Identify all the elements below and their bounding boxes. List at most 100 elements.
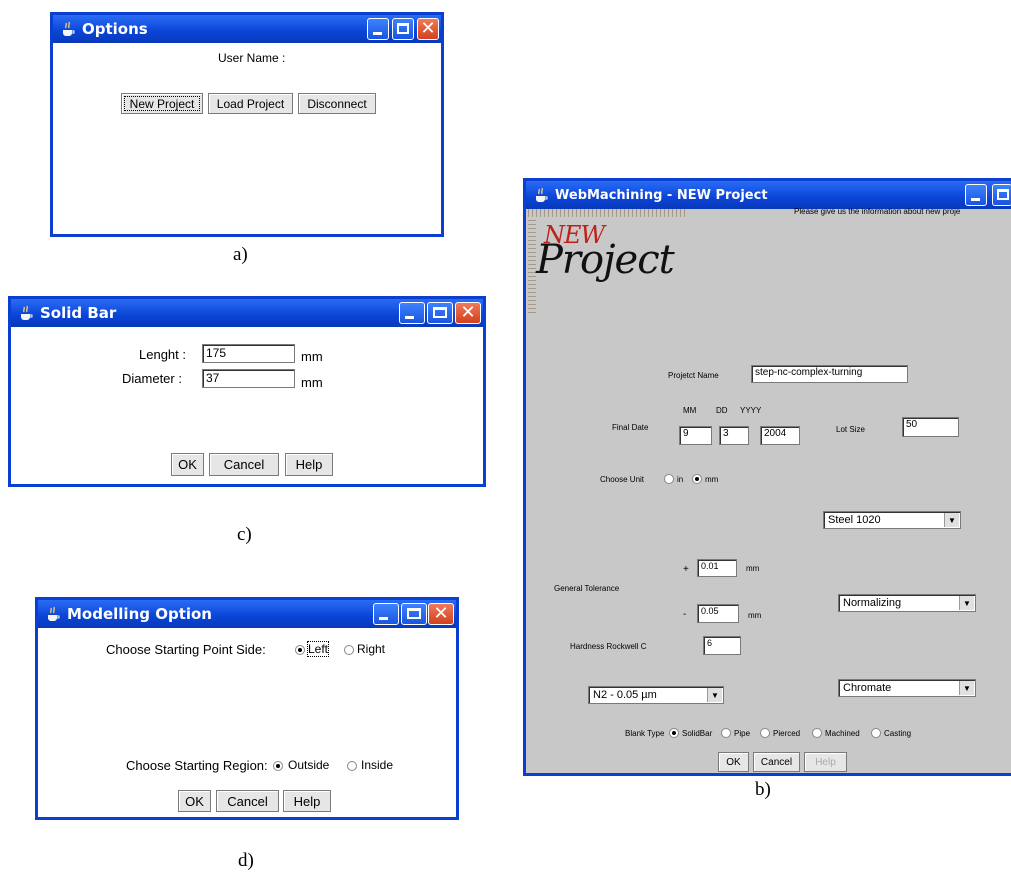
starting-region-label: Choose Starting Region: xyxy=(126,758,268,773)
length-label: Lenght : xyxy=(139,347,186,362)
help-button[interactable]: Help xyxy=(285,453,333,476)
dropdown-arrow-icon: ▼ xyxy=(707,688,722,702)
heat-treatment-select[interactable]: Normalizing ▼ xyxy=(838,594,976,612)
dropdown-arrow-icon: ▼ xyxy=(944,513,959,527)
radio-pipe[interactable] xyxy=(721,728,731,738)
length-field[interactable]: 175 xyxy=(202,344,295,363)
roughness-value: N2 - 0.05 µm xyxy=(593,689,657,701)
minimize-button[interactable] xyxy=(399,302,425,324)
window-title: Options xyxy=(82,20,148,38)
ok-button[interactable]: OK xyxy=(718,752,749,772)
close-button[interactable]: ✕ xyxy=(417,18,439,40)
roughness-select[interactable]: N2 - 0.05 µm ▼ xyxy=(588,686,724,704)
lot-size-field[interactable]: 50 xyxy=(902,417,959,437)
outside-option-label[interactable]: Outside xyxy=(288,758,329,772)
hardness-field[interactable]: 6 xyxy=(703,636,741,655)
choose-unit-label: Choose Unit xyxy=(600,475,645,484)
month-field[interactable]: 9 xyxy=(679,426,712,445)
logo-project: Project xyxy=(536,237,675,283)
solid-bar-window: Solid Bar ✕ Lenght : 175 mm Diameter : 3… xyxy=(8,296,486,487)
load-project-button[interactable]: Load Project xyxy=(208,93,293,114)
radio-pierced[interactable] xyxy=(760,728,770,738)
window-title: WebMachining - NEW Project xyxy=(555,187,768,203)
material-select[interactable]: Steel 1020 ▼ xyxy=(823,511,961,529)
maximize-button[interactable] xyxy=(992,184,1011,206)
options-titlebar[interactable]: Options ✕ xyxy=(53,15,441,43)
dd-label: DD xyxy=(716,406,728,415)
hardness-label: Hardness Rockwell C xyxy=(570,642,647,651)
maximize-icon xyxy=(997,189,1009,200)
tolerance-minus-unit: mm xyxy=(748,611,762,620)
radio-inside[interactable] xyxy=(347,761,357,771)
minimize-button[interactable] xyxy=(965,184,987,206)
caption-a: a) xyxy=(233,244,248,265)
right-option-label[interactable]: Right xyxy=(357,642,385,656)
blank-type-label: Blank Type xyxy=(625,729,665,738)
blank-type-pierced[interactable]: Pierced xyxy=(773,729,800,738)
project-name-field[interactable]: step-nc-complex-turning xyxy=(751,365,908,383)
diameter-field[interactable]: 37 xyxy=(202,369,295,388)
minus-sign: - xyxy=(683,609,687,620)
left-option-label[interactable]: Left xyxy=(306,641,330,657)
year-field[interactable]: 2004 xyxy=(760,426,800,445)
blank-type-machined[interactable]: Machined xyxy=(825,729,860,738)
new-project-button[interactable]: New Project xyxy=(121,93,203,114)
maximize-button[interactable] xyxy=(392,18,414,40)
new-project-titlebar[interactable]: WebMachining - NEW Project xyxy=(526,181,1011,209)
minimize-button[interactable] xyxy=(367,18,389,40)
lot-size-label: Lot Size xyxy=(836,425,865,434)
help-button[interactable]: Help xyxy=(283,790,331,812)
material-value: Steel 1020 xyxy=(828,514,881,526)
diameter-label: Diameter : xyxy=(122,371,182,386)
ruler-decoration xyxy=(528,209,688,217)
caption-d: d) xyxy=(238,850,254,871)
cancel-button[interactable]: Cancel xyxy=(753,752,800,772)
mm-label: MM xyxy=(683,406,697,415)
maximize-button[interactable] xyxy=(427,302,453,324)
radio-unit-in[interactable] xyxy=(664,474,674,484)
radio-left[interactable] xyxy=(295,645,305,655)
radio-outside[interactable] xyxy=(273,761,283,771)
cancel-button[interactable]: Cancel xyxy=(216,790,279,812)
blank-type-solidbar[interactable]: SolidBar xyxy=(682,729,712,738)
radio-machined[interactable] xyxy=(812,728,822,738)
disconnect-button[interactable]: Disconnect xyxy=(298,93,376,114)
solid-bar-titlebar[interactable]: Solid Bar ✕ xyxy=(11,299,483,327)
radio-casting[interactable] xyxy=(871,728,881,738)
general-tolerance-label: General Tolerance xyxy=(554,584,620,593)
day-field[interactable]: 3 xyxy=(719,426,749,445)
radio-right[interactable] xyxy=(344,645,354,655)
tolerance-minus-field[interactable]: 0.05 xyxy=(697,604,739,623)
cancel-button[interactable]: Cancel xyxy=(209,453,279,476)
maximize-icon xyxy=(407,608,421,619)
inside-option-label[interactable]: Inside xyxy=(361,758,393,772)
radio-unit-mm[interactable] xyxy=(692,474,702,484)
surface-treatment-select[interactable]: Chromate ▼ xyxy=(838,679,976,697)
minimize-button[interactable] xyxy=(373,603,399,625)
unit-in-label[interactable]: in xyxy=(677,475,683,484)
ruler-decoration-vertical xyxy=(528,217,536,313)
minimize-icon xyxy=(971,198,980,201)
close-button[interactable]: ✕ xyxy=(455,302,481,324)
user-name-label: User Name : xyxy=(218,51,286,65)
length-unit: mm xyxy=(301,349,323,364)
new-project-window: WebMachining - NEW Project Please give u… xyxy=(523,178,1011,776)
yyyy-label: YYYY xyxy=(740,406,762,415)
close-icon: ✕ xyxy=(420,18,436,39)
modelling-option-titlebar[interactable]: Modelling Option ✕ xyxy=(38,600,456,628)
java-cup-icon xyxy=(17,304,35,322)
blank-type-casting[interactable]: Casting xyxy=(884,729,911,738)
close-button[interactable]: ✕ xyxy=(428,603,454,625)
diameter-unit: mm xyxy=(301,375,323,390)
ok-button[interactable]: OK xyxy=(171,453,204,476)
heat-treatment-value: Normalizing xyxy=(843,597,902,609)
unit-mm-label[interactable]: mm xyxy=(705,475,718,484)
blank-type-pipe[interactable]: Pipe xyxy=(734,729,750,738)
maximize-button[interactable] xyxy=(401,603,427,625)
modelling-option-window: Modelling Option ✕ Choose Starting Point… xyxy=(35,597,459,820)
ok-button[interactable]: OK xyxy=(178,790,211,812)
tolerance-plus-field[interactable]: 0.01 xyxy=(697,559,737,577)
help-button: Help xyxy=(804,752,847,772)
radio-solidbar[interactable] xyxy=(669,728,679,738)
caption-b: b) xyxy=(755,779,771,800)
